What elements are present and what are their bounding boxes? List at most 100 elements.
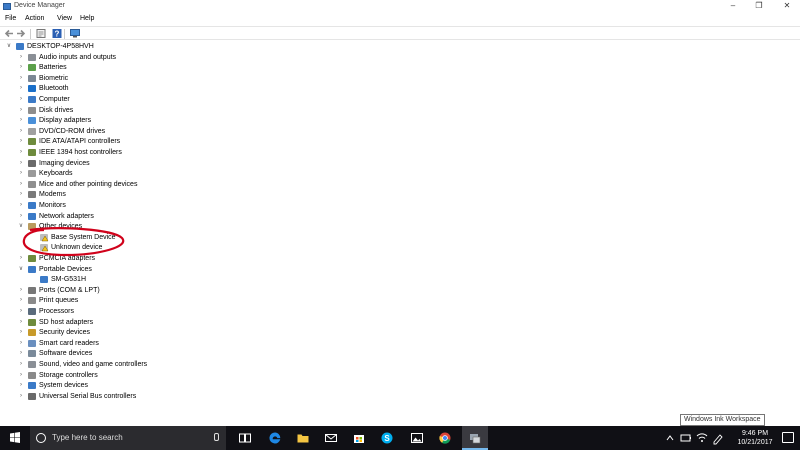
windows-start-icon[interactable]	[0, 426, 30, 450]
expand-chevron-icon[interactable]: ›	[18, 382, 24, 389]
search-placeholder: Type here to search	[52, 433, 123, 442]
network-tray-icon[interactable]	[696, 426, 708, 450]
back-icon[interactable]	[4, 29, 14, 38]
expand-chevron-icon[interactable]: ›	[18, 107, 24, 114]
tree-item-label: Print queues	[39, 297, 79, 305]
tree-item-label: Biometric	[39, 74, 69, 82]
taskbar-search-box[interactable]: Type here to search	[30, 426, 226, 450]
tree-item-label: SD host adapters	[39, 318, 94, 326]
warning-device-icon	[40, 233, 49, 242]
other-devices-icon	[28, 223, 36, 231]
expand-chevron-icon[interactable]: ›	[18, 117, 24, 124]
title-bar: Device Manager – ❐ ✕	[0, 0, 800, 13]
tree-item-label: Disk drives	[39, 106, 74, 114]
software-device-icon	[28, 350, 36, 358]
tree-item-label: Portable Devices	[39, 265, 92, 273]
store-button[interactable]	[346, 426, 372, 450]
folder-icon	[297, 434, 309, 443]
expand-chevron-icon[interactable]: ›	[18, 287, 24, 294]
expand-chevron-icon[interactable]: ›	[18, 75, 24, 82]
expand-chevron-icon[interactable]: ›	[18, 372, 24, 379]
expand-chevron-icon[interactable]: ›	[18, 64, 24, 71]
photos-icon	[411, 433, 423, 443]
forward-icon[interactable]	[16, 29, 26, 38]
expand-chevron-icon[interactable]: ›	[18, 191, 24, 198]
expand-chevron-icon[interactable]: ›	[18, 297, 24, 304]
battery-icon	[28, 64, 36, 72]
expand-chevron-icon[interactable]: ›	[18, 85, 24, 92]
maximize-button[interactable]: ❐	[746, 0, 772, 13]
tree-item-label: Keyboards	[39, 170, 73, 178]
pen-workspace-tray-icon[interactable]	[712, 426, 724, 450]
tree-item-label: Monitors	[39, 202, 66, 209]
close-button[interactable]: ✕	[774, 0, 800, 13]
window-title: Device Manager	[14, 2, 65, 9]
expand-chevron-icon[interactable]: ›	[18, 96, 24, 103]
expand-chevron-icon[interactable]: ›	[18, 308, 24, 315]
minimize-button[interactable]: –	[720, 0, 746, 13]
expand-chevron-icon[interactable]: ›	[18, 340, 24, 347]
tree-item-label: DVD/CD-ROM drives	[39, 127, 106, 135]
expand-chevron-icon[interactable]: ›	[18, 170, 24, 177]
mail-button[interactable]	[318, 426, 344, 450]
pcmcia-icon	[28, 255, 36, 262]
expand-chevron-icon[interactable]: ›	[18, 202, 24, 209]
computer-icon	[16, 43, 24, 50]
tree-item-label: DESKTOP-4P58HVH	[27, 43, 94, 50]
expand-chevron-icon[interactable]: ›	[18, 255, 24, 262]
tree-item-label: Imaging devices	[39, 159, 90, 167]
photos-button[interactable]	[404, 426, 430, 450]
expand-chevron-icon[interactable]: ›	[18, 138, 24, 145]
task-view-button[interactable]	[232, 426, 258, 450]
menu-bar: File Action View Help	[0, 13, 800, 25]
taskbar-clock[interactable]: 9:46 PM 10/21/2017	[728, 429, 782, 447]
expand-chevron-icon[interactable]: ›	[18, 319, 24, 326]
toolbar-separator	[64, 29, 65, 39]
expand-chevron-icon[interactable]: ›	[18, 181, 24, 188]
device-manager-window: Device Manager – ❐ ✕ File Action View He…	[0, 0, 800, 420]
help-icon[interactable]: ?	[52, 29, 62, 38]
expand-chevron-icon[interactable]: ›	[18, 361, 24, 368]
bluetooth-icon	[28, 85, 36, 93]
properties-icon[interactable]	[36, 29, 46, 38]
tree-item-label: Audio inputs and outputs	[39, 53, 117, 61]
edge-button[interactable]	[262, 426, 288, 450]
device-manager-app-icon	[3, 3, 11, 10]
collapse-chevron-icon[interactable]: ∨	[6, 43, 12, 50]
toolbar: ?	[0, 26, 800, 40]
tree-item-label: Unknown device	[51, 244, 103, 252]
show-hidden-icons-chevron-icon[interactable]	[664, 426, 676, 450]
skype-button[interactable]: S	[374, 426, 400, 450]
action-center-icon[interactable]	[782, 432, 794, 443]
expand-chevron-icon[interactable]: ›	[18, 393, 24, 400]
storage-icon	[28, 371, 36, 379]
menu-action[interactable]: Action	[25, 15, 44, 22]
menu-view[interactable]: View	[57, 15, 72, 22]
tree-item-label: Sound, video and game controllers	[39, 361, 148, 368]
menu-help[interactable]: Help	[80, 15, 94, 22]
expand-chevron-icon[interactable]: ›	[18, 149, 24, 156]
tree-item-label: Ports (COM & LPT)	[39, 286, 100, 294]
skype-icon: S	[381, 432, 393, 444]
tree-item-label: Network adapters	[39, 212, 94, 220]
expand-chevron-icon[interactable]: ›	[18, 54, 24, 61]
tree-item-label: Mice and other pointing devices	[39, 180, 138, 188]
tree-item-label: Base System Device	[51, 233, 116, 241]
collapse-chevron-icon[interactable]: ∨	[18, 266, 24, 273]
expand-chevron-icon[interactable]: ›	[18, 128, 24, 135]
expand-chevron-icon[interactable]: ›	[18, 160, 24, 167]
microphone-icon[interactable]	[214, 433, 219, 441]
portable-device-icon	[28, 265, 36, 273]
display-icon[interactable]	[70, 29, 80, 38]
expand-chevron-icon[interactable]: ›	[18, 213, 24, 220]
phone-icon	[40, 276, 48, 284]
expand-chevron-icon[interactable]: ›	[18, 350, 24, 357]
device-manager-taskbar-button[interactable]	[462, 426, 488, 450]
explorer-button[interactable]	[290, 426, 316, 450]
battery-tray-icon[interactable]	[680, 426, 692, 450]
menu-file[interactable]: File	[5, 15, 16, 22]
sound-icon	[28, 361, 36, 368]
collapse-chevron-icon[interactable]: ∨	[18, 223, 24, 230]
expand-chevron-icon[interactable]: ›	[18, 329, 24, 336]
chrome-button[interactable]	[432, 426, 458, 450]
